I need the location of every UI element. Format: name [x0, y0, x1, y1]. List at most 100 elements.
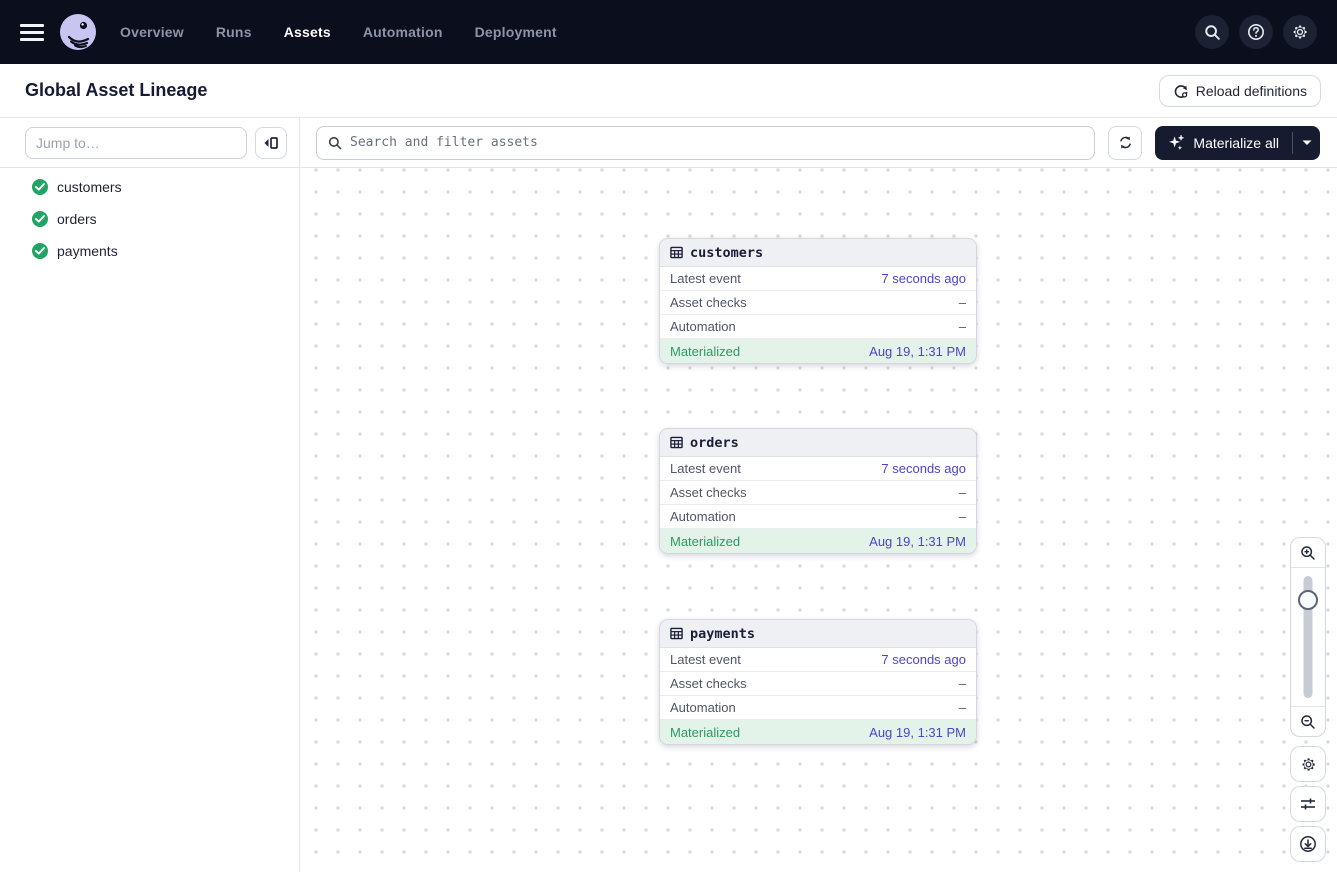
row-label: Latest event	[670, 461, 741, 476]
zoom-controls	[1290, 537, 1326, 737]
nav-item-deployment[interactable]: Deployment	[475, 24, 557, 40]
row-value: –	[959, 509, 966, 524]
latest-event-time[interactable]: 7 seconds ago	[881, 652, 966, 667]
materialize-all-button-group: Materialize all	[1155, 126, 1320, 160]
sidebar-item-orders[interactable]: orders	[0, 203, 299, 235]
asset-node-title: customers	[690, 245, 763, 261]
row-value: –	[959, 700, 966, 715]
sidebar-toolbar	[0, 118, 299, 168]
refresh-graph-button[interactable]	[1108, 126, 1142, 160]
asset-checks-row: Asset checks –	[660, 481, 976, 505]
latest-event-time[interactable]: 7 seconds ago	[881, 271, 966, 286]
row-value: –	[959, 319, 966, 334]
asset-node-orders[interactable]: orders Latest event 7 seconds ago Asset …	[659, 428, 977, 554]
table-icon	[670, 246, 683, 259]
reload-definitions-button[interactable]: Reload definitions	[1159, 75, 1321, 107]
materialized-timestamp[interactable]: Aug 19, 1:31 PM	[869, 344, 966, 359]
nav-item-overview[interactable]: Overview	[120, 24, 184, 40]
settings-icon[interactable]	[1283, 15, 1317, 49]
materialized-status-row: Materialized Aug 19, 1:31 PM	[660, 720, 976, 744]
asset-name: customers	[57, 179, 122, 195]
nav-right-actions	[1195, 15, 1317, 49]
collapse-sidebar-button[interactable]	[255, 127, 287, 159]
search-icon	[328, 136, 342, 150]
table-icon	[670, 436, 683, 449]
lineage-graph-canvas[interactable]: customers Latest event 7 seconds ago Ass…	[300, 168, 1337, 872]
page-title: Global Asset Lineage	[25, 80, 207, 101]
row-label: Asset checks	[670, 295, 747, 310]
zoom-slider-handle[interactable]	[1298, 590, 1318, 610]
row-label: Automation	[670, 319, 736, 334]
materialize-dropdown-caret[interactable]	[1293, 126, 1320, 160]
asset-node-payments[interactable]: payments Latest event 7 seconds ago Asse…	[659, 619, 977, 745]
graph-filters-button[interactable]	[1290, 786, 1326, 822]
table-icon	[670, 627, 683, 640]
asset-node-header[interactable]: orders	[660, 429, 976, 457]
asset-checks-row: Asset checks –	[660, 291, 976, 315]
asset-node-header[interactable]: payments	[660, 620, 976, 648]
help-icon[interactable]	[1239, 15, 1273, 49]
row-value: –	[959, 676, 966, 691]
chevron-down-icon	[1302, 140, 1312, 146]
nav-item-automation[interactable]: Automation	[363, 24, 443, 40]
asset-search-input[interactable]	[350, 135, 1083, 150]
zoom-out-icon	[1300, 714, 1316, 730]
row-value: –	[959, 295, 966, 310]
automation-row: Automation –	[660, 696, 976, 720]
sidebar-item-customers[interactable]: customers	[0, 171, 299, 203]
materialized-timestamp[interactable]: Aug 19, 1:31 PM	[869, 725, 966, 740]
top-navigation-bar: Overview Runs Assets Automation Deployme…	[0, 0, 1337, 64]
hamburger-menu-icon[interactable]	[20, 19, 46, 45]
latest-event-row: Latest event 7 seconds ago	[660, 457, 976, 481]
asset-sidebar: customers orders payments	[0, 118, 300, 872]
zoom-out-button[interactable]	[1291, 706, 1325, 736]
asset-node-title: orders	[690, 435, 739, 451]
canvas-toolbar: Materialize all	[300, 118, 1337, 168]
collapse-panel-icon	[263, 136, 279, 150]
zoom-slider[interactable]	[1291, 568, 1325, 706]
asset-list: customers orders payments	[0, 168, 299, 267]
row-label: Latest event	[670, 271, 741, 286]
materialized-status-row: Materialized Aug 19, 1:31 PM	[660, 339, 976, 363]
asset-node-header[interactable]: customers	[660, 239, 976, 267]
lineage-main-area: Materialize all customers Latest event 7…	[300, 118, 1337, 872]
latest-event-row: Latest event 7 seconds ago	[660, 267, 976, 291]
sliders-icon	[1300, 797, 1316, 811]
reload-definitions-label: Reload definitions	[1196, 83, 1307, 99]
latest-event-row: Latest event 7 seconds ago	[660, 648, 976, 672]
materialize-all-button[interactable]: Materialize all	[1155, 126, 1292, 160]
row-label: Automation	[670, 700, 736, 715]
zoom-in-icon	[1300, 545, 1316, 561]
asset-search-box[interactable]	[316, 126, 1095, 160]
primary-nav: Overview Runs Assets Automation Deployme…	[120, 24, 557, 40]
asset-name: payments	[57, 243, 118, 259]
sidebar-item-payments[interactable]: payments	[0, 235, 299, 267]
automation-row: Automation –	[660, 315, 976, 339]
row-label: Asset checks	[670, 676, 747, 691]
asset-node-title: payments	[690, 626, 755, 642]
status-badge: Materialized	[670, 344, 740, 359]
gear-icon	[1300, 756, 1317, 773]
page-header: Global Asset Lineage Reload definitions	[0, 64, 1337, 118]
materialized-check-icon	[32, 179, 48, 195]
nav-item-assets[interactable]: Assets	[284, 24, 331, 40]
zoom-in-button[interactable]	[1291, 538, 1325, 568]
materialized-timestamp[interactable]: Aug 19, 1:31 PM	[869, 534, 966, 549]
sparkle-icon	[1168, 134, 1185, 151]
jump-to-input[interactable]	[25, 127, 247, 159]
status-badge: Materialized	[670, 534, 740, 549]
download-icon	[1299, 835, 1317, 853]
automation-row: Automation –	[660, 505, 976, 529]
row-label: Automation	[670, 509, 736, 524]
dagster-logo-icon[interactable]	[60, 14, 96, 50]
asset-node-customers[interactable]: customers Latest event 7 seconds ago Ass…	[659, 238, 977, 364]
download-image-button[interactable]	[1290, 826, 1326, 862]
latest-event-time[interactable]: 7 seconds ago	[881, 461, 966, 476]
refresh-cycle-icon	[1117, 134, 1134, 151]
nav-item-runs[interactable]: Runs	[216, 24, 252, 40]
materialized-check-icon	[32, 211, 48, 227]
asset-checks-row: Asset checks –	[660, 672, 976, 696]
graph-settings-button[interactable]	[1290, 746, 1326, 782]
row-label: Asset checks	[670, 485, 747, 500]
search-icon[interactable]	[1195, 15, 1229, 49]
